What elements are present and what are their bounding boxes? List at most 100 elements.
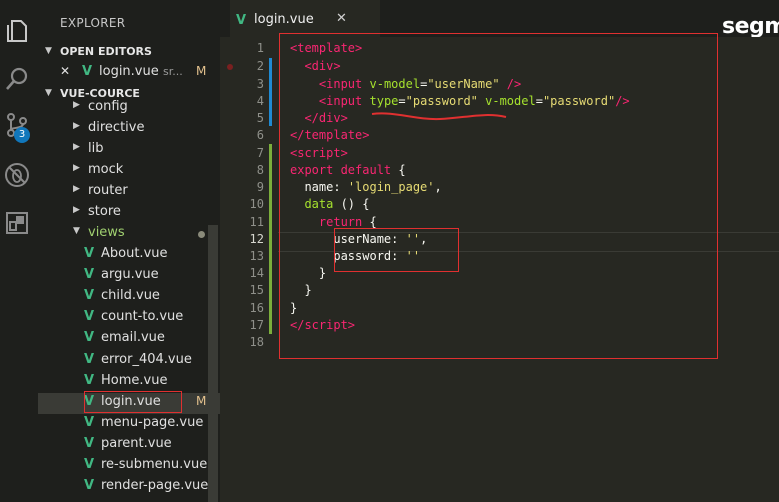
- tab-login-vue[interactable]: V login.vue ✕: [230, 0, 380, 37]
- sidebar-file-parent-vue[interactable]: Vparent.vue: [38, 435, 220, 456]
- sidebar-file-About-vue[interactable]: V About.vue: [38, 245, 220, 266]
- line-number: 4: [256, 94, 264, 108]
- vue-file-icon: V: [84, 457, 95, 472]
- file-label: menu-page.vue: [101, 414, 204, 430]
- chevron-down-icon: ▼: [73, 226, 80, 236]
- chevron-right-icon: ▶: [73, 205, 80, 215]
- line-number: 17: [249, 318, 264, 332]
- sidebar-scrollbar[interactable]: [208, 225, 218, 502]
- file-label: child.vue: [101, 288, 160, 304]
- vue-file-icon: V: [84, 267, 95, 283]
- chevron-right-icon: ▶: [73, 142, 80, 152]
- chevron-right-icon: ▶: [73, 121, 80, 131]
- sidebar-folder-config[interactable]: ▶ config: [38, 98, 220, 119]
- sidebar-file-login-vue[interactable]: Vlogin.vue M: [38, 390, 220, 414]
- explorer-title: EXPLORER: [60, 16, 126, 30]
- line-number: 5: [256, 111, 264, 125]
- open-editor-path: sr...: [163, 65, 183, 78]
- scm-badge: 3: [14, 127, 30, 143]
- folder-label: config: [88, 99, 128, 114]
- sidebar-folder-lib[interactable]: ▶ lib: [38, 140, 220, 161]
- activity-bar: 3: [0, 0, 38, 502]
- line-number: 6: [256, 128, 264, 142]
- sidebar-file-Home-vue[interactable]: V Home.vue: [38, 372, 220, 393]
- vue-file-icon: V: [84, 330, 95, 346]
- sidebar-folder-store[interactable]: ▶ store: [38, 203, 220, 224]
- folder-label: store: [88, 204, 121, 219]
- close-icon[interactable]: ✕: [336, 11, 347, 26]
- chevron-down-icon: ▼: [45, 46, 52, 56]
- sidebar-folder-mock[interactable]: ▶ mock: [38, 161, 220, 182]
- extensions-icon[interactable]: [4, 210, 30, 236]
- vue-file-icon: V: [84, 478, 95, 494]
- files-icon[interactable]: [4, 18, 30, 44]
- annotation-box-data: [334, 228, 459, 272]
- file-label: argu.vue: [101, 267, 159, 283]
- line-number: 10: [249, 197, 264, 211]
- git-added-bar: [269, 144, 272, 334]
- line-number: 11: [249, 215, 264, 229]
- sidebar-file-error_404-vue[interactable]: Verror_404.vue: [38, 351, 220, 372]
- sidebar-folder-router[interactable]: ▶ router: [38, 182, 220, 203]
- chevron-right-icon: ▶: [73, 163, 80, 173]
- line-number: 9: [256, 180, 264, 194]
- line-number: 13: [249, 249, 264, 263]
- annotation-underline: [371, 112, 507, 121]
- code-editor[interactable]: 1 2 3 4 5 6 7 8 9 10 11 12 13 14 15 16 17 18 <template> <…: [220, 33, 779, 502]
- folder-label: lib: [88, 141, 104, 156]
- explorer-sidebar: EXPLORER ▼ OPEN EDITORS ✕ V login.vue sr…: [38, 0, 220, 502]
- line-number: 7: [256, 146, 264, 160]
- folder-label: directive: [88, 120, 145, 135]
- vue-file-icon: V: [84, 372, 95, 388]
- search-icon[interactable]: [4, 66, 30, 92]
- modified-badge: M: [196, 64, 207, 78]
- tab-label: login.vue: [254, 12, 314, 27]
- file-label: error_404.vue: [101, 351, 192, 367]
- folder-label: router: [88, 183, 128, 198]
- open-editor-name: login.vue: [99, 64, 159, 79]
- vue-file-icon: V: [84, 246, 95, 261]
- folder-label: views: [88, 225, 125, 240]
- close-icon[interactable]: ✕: [60, 64, 70, 78]
- vue-file-icon: V: [82, 64, 93, 79]
- vue-file-icon: V: [84, 435, 95, 451]
- line-number: 18: [249, 335, 264, 349]
- sidebar-file-argu-vue[interactable]: Vargu.vue: [38, 266, 220, 287]
- line-number: 2: [256, 59, 264, 73]
- file-label: About.vue: [101, 246, 168, 261]
- chevron-right-icon: ▶: [73, 184, 80, 194]
- folder-label: mock: [88, 162, 124, 177]
- file-label: Home.vue: [101, 372, 168, 388]
- sidebar-file-menu-page-vue[interactable]: Vmenu-page.vue: [38, 414, 220, 435]
- line-number: 3: [256, 77, 264, 91]
- vue-file-icon: V: [236, 13, 247, 28]
- file-label: parent.vue: [101, 435, 172, 451]
- sidebar-file-email-vue[interactable]: Vemail.vue: [38, 329, 220, 350]
- chevron-down-icon: ▼: [45, 88, 52, 98]
- sidebar-folder-directive[interactable]: ▶ directive: [38, 119, 220, 140]
- file-label: count-to.vue: [101, 309, 184, 325]
- no-bug-icon[interactable]: [4, 162, 30, 188]
- modified-dot: [198, 231, 205, 238]
- sidebar-folder-views[interactable]: ▼ views: [38, 224, 220, 245]
- line-number: 15: [249, 283, 264, 297]
- file-label: render-page.vue: [101, 478, 209, 494]
- brand-watermark: segm: [722, 14, 779, 39]
- file-label: re-submenu.vue: [101, 457, 208, 472]
- open-editor-item[interactable]: ✕ V login.vue sr... M: [38, 62, 220, 84]
- sidebar-file-re-submenu-vue[interactable]: Vre-submenu.vue: [38, 456, 220, 477]
- tab-bar: V login.vue ✕ segm: [220, 0, 779, 39]
- annotation-box-file: [84, 390, 182, 413]
- sidebar-file-child-vue[interactable]: Vchild.vue: [38, 287, 220, 308]
- line-number: 14: [249, 266, 264, 280]
- sidebar-file-count-to-vue[interactable]: Vcount-to.vue: [38, 308, 220, 329]
- git-modified-bar: [269, 58, 272, 126]
- line-number: 8: [256, 163, 264, 177]
- vue-file-icon: V: [84, 351, 95, 367]
- vue-file-icon: V: [84, 414, 95, 430]
- sidebar-file-render-page-vue[interactable]: Vrender-page.vue: [38, 477, 220, 498]
- open-editors-header[interactable]: ▼ OPEN EDITORS: [38, 42, 220, 62]
- vue-file-icon: V: [84, 309, 95, 325]
- vue-file-icon: V: [84, 288, 95, 304]
- file-label: email.vue: [101, 330, 165, 346]
